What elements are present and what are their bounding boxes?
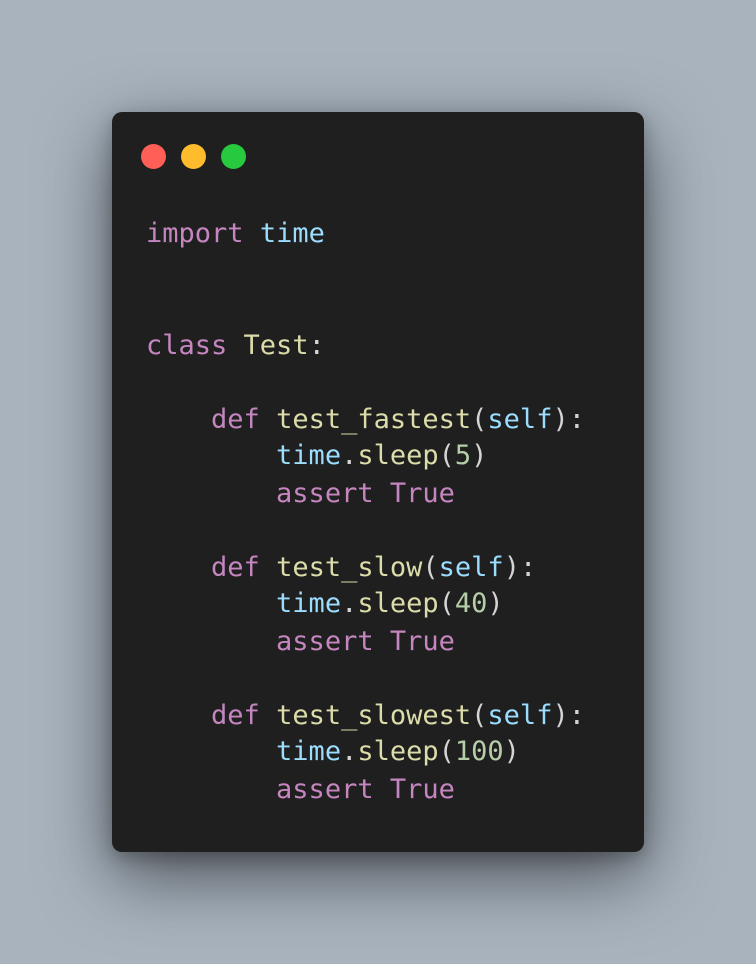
- punctuation: ): [487, 588, 504, 619]
- module-name: time: [276, 440, 342, 471]
- code-line-9: def test_slowest(self):: [146, 699, 585, 733]
- punctuation: .: [341, 736, 358, 767]
- keyword: import: [146, 218, 244, 249]
- number: 100: [454, 736, 504, 767]
- self-param: self: [487, 404, 553, 435]
- code-line-3: def test_fastest(self):: [146, 403, 585, 437]
- punctuation: (: [471, 700, 488, 731]
- module-name: time: [259, 218, 325, 249]
- module-name: time: [276, 588, 342, 619]
- keyword: class: [146, 330, 228, 361]
- number: 5: [454, 440, 472, 471]
- code-line-11: assert True: [146, 773, 455, 807]
- punctuation: ):: [503, 552, 537, 583]
- colon: :: [308, 330, 325, 361]
- self-param: self: [438, 552, 504, 583]
- constant: True: [389, 478, 455, 509]
- code-line-5: assert True: [146, 477, 455, 511]
- keyword: assert: [276, 774, 374, 805]
- code-line-1: import time: [146, 217, 325, 251]
- function-call: sleep: [357, 588, 439, 619]
- self-param: self: [487, 700, 553, 731]
- punctuation: (: [422, 552, 439, 583]
- module-name: time: [276, 736, 342, 767]
- code-line-8: assert True: [146, 625, 455, 659]
- function-name: test_slow: [276, 552, 423, 583]
- constant: True: [389, 774, 455, 805]
- punctuation: ):: [552, 700, 585, 731]
- keyword: def: [211, 552, 260, 583]
- punctuation: .: [341, 588, 358, 619]
- function-name: test_fastest: [276, 404, 472, 435]
- keyword: assert: [276, 478, 374, 509]
- code-line-6: def test_slow(self):: [146, 551, 536, 585]
- keyword: def: [211, 404, 260, 435]
- constant: True: [389, 626, 455, 657]
- function-call: sleep: [357, 736, 439, 767]
- code-line-7: time.sleep(40): [146, 587, 504, 621]
- punctuation: ): [503, 736, 520, 767]
- code-line-10: time.sleep(100): [146, 735, 520, 769]
- code-window: import time class Test: def test_fastest…: [112, 112, 644, 852]
- code-line-4: time.sleep(5): [146, 439, 487, 473]
- punctuation: ): [471, 440, 488, 471]
- class-name: Test: [243, 330, 309, 361]
- punctuation: ):: [552, 404, 585, 435]
- punctuation: (: [438, 736, 455, 767]
- number: 40: [454, 588, 488, 619]
- code-block: import time class Test: def test_fastest…: [112, 112, 644, 852]
- function-call: sleep: [357, 440, 439, 471]
- punctuation: (: [438, 588, 455, 619]
- punctuation: (: [471, 404, 488, 435]
- keyword: assert: [276, 626, 374, 657]
- punctuation: (: [438, 440, 455, 471]
- punctuation: .: [341, 440, 358, 471]
- function-name: test_slowest: [276, 700, 472, 731]
- code-line-2: class Test:: [146, 329, 325, 363]
- keyword: def: [211, 700, 260, 731]
